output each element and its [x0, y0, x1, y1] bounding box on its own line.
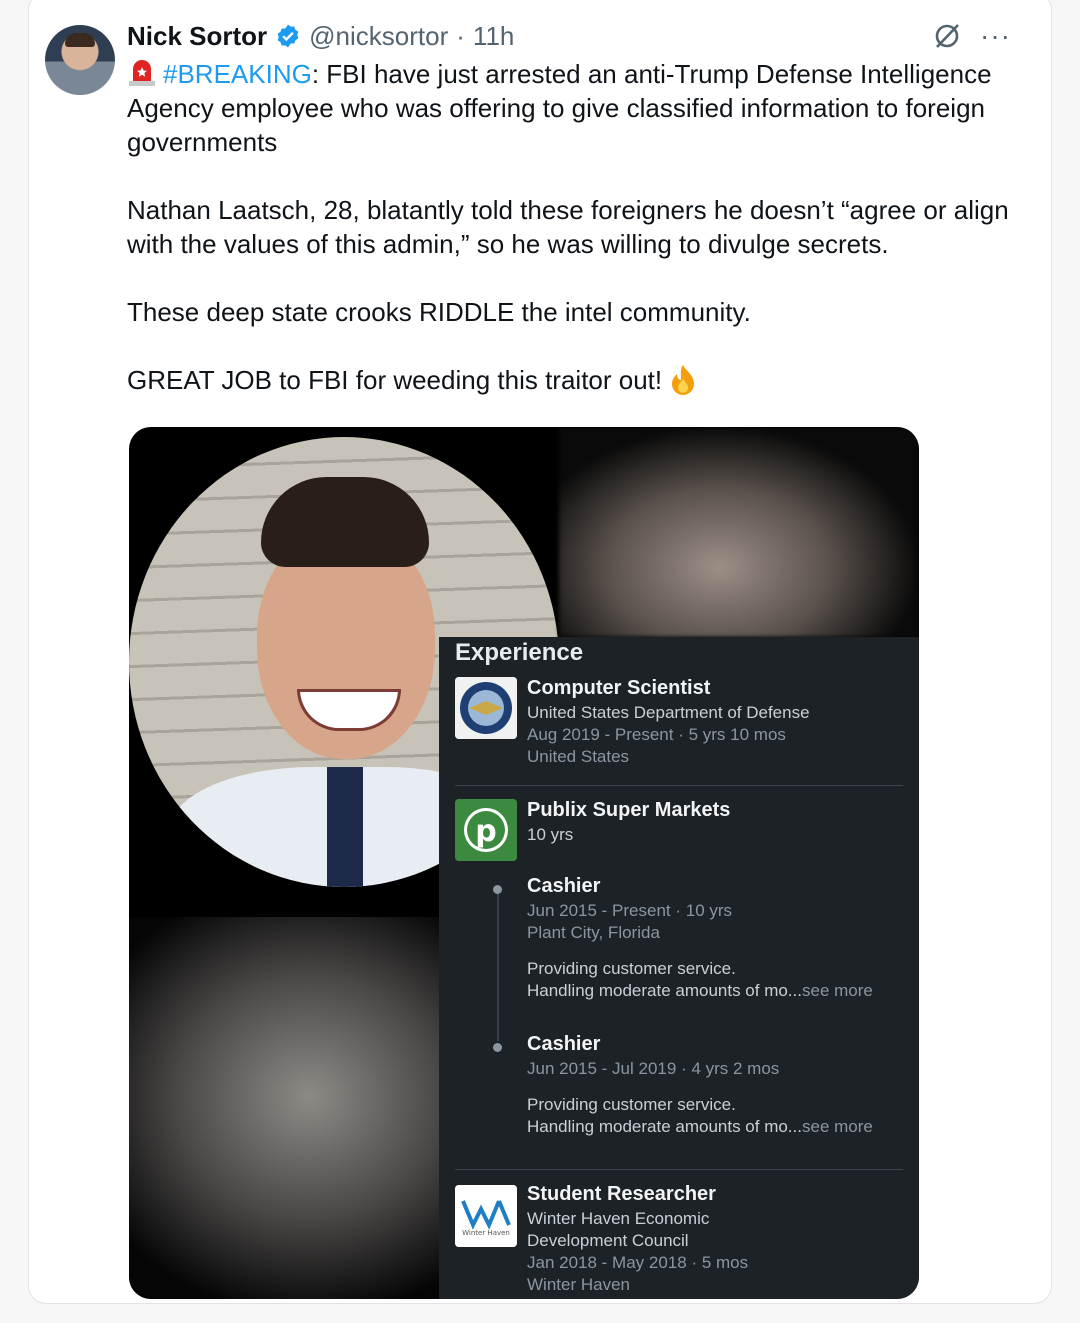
job-location-dod: United States — [527, 747, 630, 766]
role-desc-2a: Providing customer service. — [527, 1095, 736, 1114]
role-dot-2 — [493, 1043, 502, 1052]
experience-divider — [455, 785, 903, 786]
job-org-dod: United States Department of Defense — [527, 703, 810, 722]
tweet-body: #BREAKING: FBI have just arrested an ant… — [127, 57, 1027, 431]
job-title-student-researcher: Student Researcher — [527, 1183, 716, 1205]
experience-divider-2 — [455, 1169, 903, 1170]
tweet-paragraph-4: GREAT JOB to FBI for weeding this traito… — [127, 363, 1027, 397]
role-dates-1: Jun 2015 - Present · 10 yrs — [527, 901, 733, 920]
siren-emoji-icon — [129, 60, 155, 86]
verified-badge-icon — [277, 24, 299, 48]
see-more-link-1[interactable]: see more — [802, 981, 873, 1000]
breaking-hashtag-link[interactable]: #BREAKING — [163, 59, 312, 89]
publix-logo-letter: p — [475, 814, 496, 849]
tweet-text-line4: GREAT JOB to FBI for weeding this traito… — [127, 365, 663, 395]
job-dates-student: Jan 2018 - May 2018 · 5 mos — [527, 1253, 749, 1272]
avatar-hair — [65, 33, 95, 47]
more-options-icon[interactable]: ··· — [980, 22, 1011, 50]
role-desc-2b-text: Handling moderate amounts of mo... — [527, 1117, 802, 1136]
tweet-header: Nick Sortor @nicksortor · 11h — [127, 19, 514, 53]
role-title-cashier-2: Cashier — [527, 1033, 601, 1055]
author-handle[interactable]: @nicksortor — [309, 19, 448, 53]
tweet-paragraph-3: These deep state crooks RIDDLE the intel… — [127, 297, 751, 327]
role-dates-2: Jun 2015 - Jul 2019 · 4 yrs 2 mos — [527, 1059, 780, 1078]
blurred-photo-bottom — [129, 917, 439, 1299]
job-org-line1: Winter Haven Economic — [527, 1209, 710, 1228]
blurred-photo-top — [559, 427, 919, 637]
job-location-student: Winter Haven — [527, 1275, 630, 1294]
company-publix: Publix Super Markets — [527, 799, 731, 821]
tweet-card: Nick Sortor @nicksortor · 11h ··· #BREAK… — [28, 0, 1052, 1304]
tweet-actions-top: ··· — [932, 21, 1011, 51]
tweet-timestamp[interactable]: 11h — [473, 19, 514, 53]
role-desc-1a: Providing customer service. — [527, 959, 736, 978]
job-title-computer-scientist: Computer Scientist — [527, 677, 711, 699]
separator-dot: · — [456, 21, 465, 51]
experience-panel: Experience Computer Scientist United Sta… — [439, 637, 919, 1299]
winter-haven-logo-text: Winter Haven — [462, 1229, 510, 1237]
role-desc-1b: Handling moderate amounts of mo...see mo… — [527, 981, 873, 1001]
job-org-line2: Development Council — [527, 1231, 689, 1250]
winter-haven-logo-icon: Winter Haven — [455, 1185, 517, 1247]
grok-icon[interactable] — [932, 21, 962, 51]
role-location-1: Plant City, Florida — [527, 923, 660, 942]
fire-emoji-icon — [672, 365, 695, 395]
company-publix-duration: 10 yrs — [527, 825, 574, 844]
role-dot-1 — [493, 885, 502, 894]
photo-hair — [261, 477, 429, 567]
role-timeline — [497, 891, 499, 1041]
dod-seal-icon — [455, 677, 517, 739]
role-desc-1b-text: Handling moderate amounts of mo... — [527, 981, 802, 1000]
job-dates-dod: Aug 2019 - Present · 5 yrs 10 mos — [527, 725, 786, 744]
author-avatar[interactable] — [45, 25, 115, 95]
role-desc-2b: Handling moderate amounts of mo...see mo… — [527, 1117, 873, 1137]
publix-logo-icon: p — [455, 799, 517, 861]
tweet-paragraph-1: #BREAKING: FBI have just arrested an ant… — [127, 57, 1027, 159]
role-title-cashier-1: Cashier — [527, 875, 601, 897]
experience-heading: Experience — [455, 639, 584, 666]
photo-tie — [327, 767, 363, 887]
tweet-paragraph-2: Nathan Laatsch, 28, blatantly told these… — [127, 195, 1009, 259]
tweet-image[interactable]: Experience Computer Scientist United Sta… — [129, 427, 919, 1299]
author-name[interactable]: Nick Sortor — [127, 19, 267, 53]
see-more-link-2[interactable]: see more — [802, 1117, 873, 1136]
